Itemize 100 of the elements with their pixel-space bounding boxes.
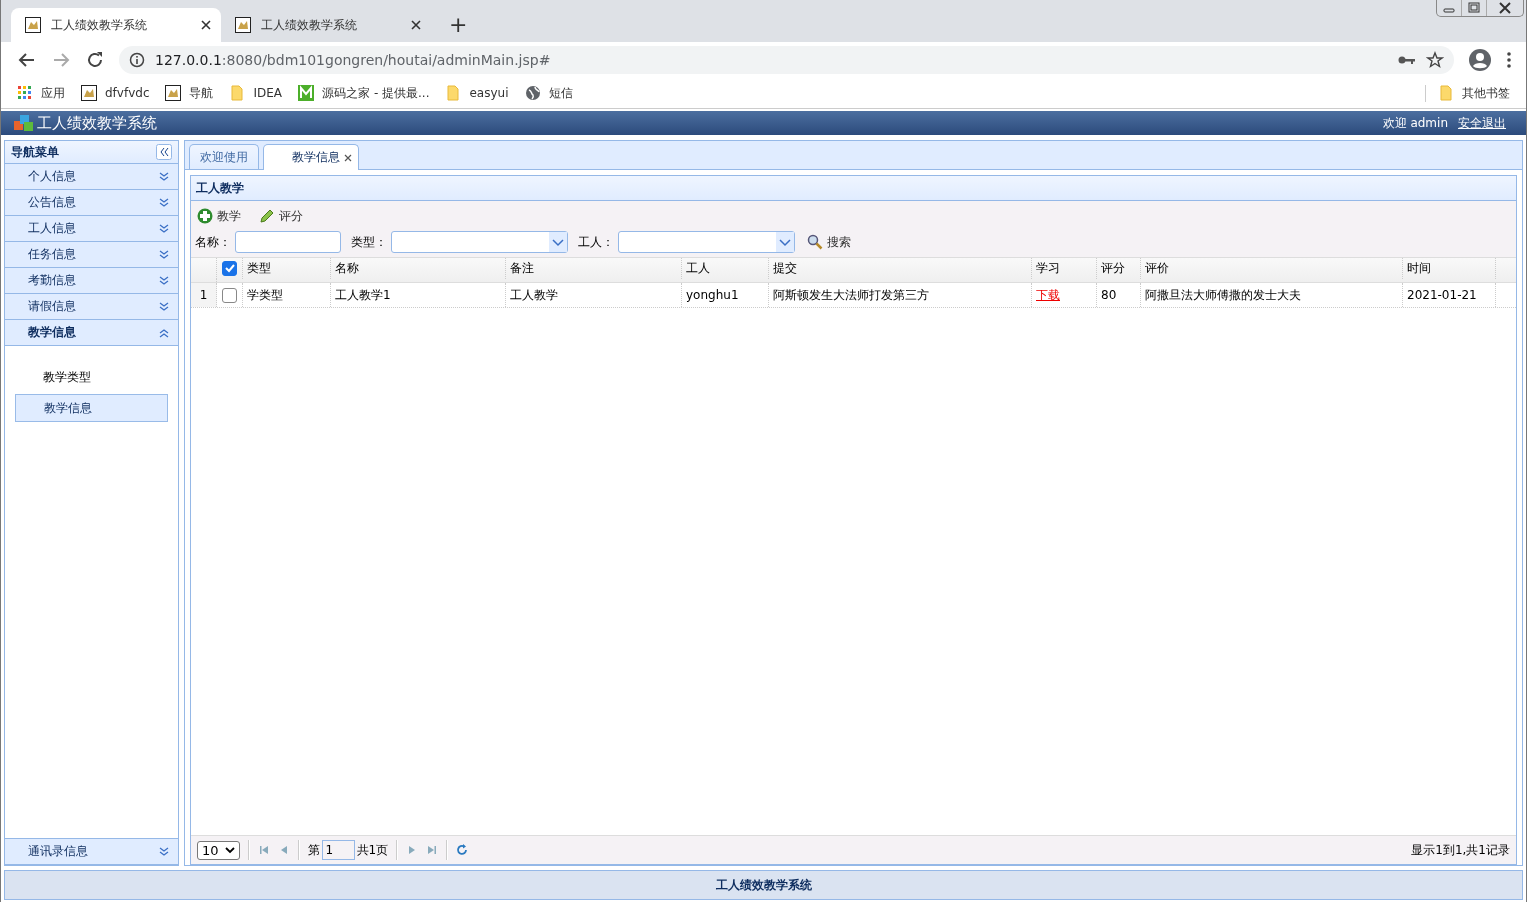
welcome-text: 欢迎 admin (1382, 114, 1448, 132)
row-number: 1 (191, 283, 217, 307)
column-header[interactable]: 名称 (331, 258, 506, 279)
table-cell: yonghu1 (682, 283, 769, 307)
record-summary: 显示1到1,共1记录 (1411, 841, 1510, 859)
star-icon[interactable] (1426, 51, 1444, 69)
accordion-header[interactable]: 工人信息 (5, 216, 178, 242)
expand-icon (158, 222, 170, 235)
dropdown-field[interactable] (618, 231, 795, 253)
footer-text: 工人绩效教学系统 (715, 876, 812, 894)
logout-link[interactable]: 安全退出 (1458, 114, 1506, 132)
column-header[interactable]: 时间 (1403, 258, 1496, 279)
accordion-header[interactable]: 通讯录信息 (5, 839, 178, 865)
table-cell: 2021-01-21 (1403, 283, 1496, 307)
m-logo-icon (298, 85, 315, 101)
expand-icon (158, 170, 170, 183)
info-icon (129, 52, 145, 68)
app-title: 工人绩效教学系统 (37, 113, 157, 133)
accordion-header[interactable]: 考勤信息 (5, 268, 178, 294)
bookmark[interactable]: 短信 (524, 84, 573, 102)
add-icon (197, 208, 213, 224)
accordion-header[interactable]: 教学信息 (5, 320, 178, 346)
accordion-header[interactable]: 公告信息 (5, 190, 178, 216)
menu-icon[interactable] (1506, 51, 1512, 69)
field-label: 类型： (351, 233, 387, 251)
bookmark[interactable]: 其他书签 (1425, 84, 1510, 102)
cubes-logo-icon (13, 113, 35, 133)
folder-icon (445, 85, 462, 101)
bookmark[interactable]: easyui (445, 85, 509, 101)
close-icon[interactable] (344, 153, 352, 162)
page-number-field[interactable]: 1 (321, 840, 355, 860)
page-label: 第 (307, 841, 320, 859)
panel-title: 工人教学 (196, 179, 244, 197)
checkbox[interactable] (222, 260, 237, 276)
page-count: 共1页 (356, 841, 389, 859)
collapse-icon[interactable] (156, 144, 172, 160)
expand-icon (158, 196, 170, 209)
bookmark[interactable]: IDEA (229, 85, 283, 101)
page-favicon-icon (81, 85, 97, 101)
check-icon (223, 262, 236, 275)
apps-icon (17, 85, 33, 101)
table-cell: 80 (1097, 283, 1141, 307)
pencil-icon (259, 208, 275, 224)
page-size-select[interactable]: 10 (197, 840, 240, 860)
column-header[interactable]: 备注 (506, 258, 682, 279)
browser-tab[interactable]: 工人绩效教学系统 (221, 8, 431, 42)
menu-item[interactable]: 教学类型 (15, 364, 168, 390)
key-icon[interactable] (1398, 54, 1416, 66)
content-tab[interactable]: 教学信息 (263, 144, 359, 170)
bookmark[interactable]: dfvfvdc (81, 85, 150, 101)
page-favicon-icon (235, 17, 251, 33)
accordion-header[interactable]: 任务信息 (5, 242, 178, 268)
search-icon (807, 234, 823, 250)
page-favicon-icon (165, 85, 182, 101)
column-header[interactable]: 提交 (769, 258, 1032, 279)
text-field[interactable] (235, 231, 341, 253)
table-cell: 工人教学1 (331, 283, 506, 307)
account-icon[interactable] (1468, 48, 1492, 72)
column-header[interactable]: 工人 (682, 258, 769, 279)
expand-icon (158, 248, 170, 261)
toolbar-button[interactable]: 评分 (257, 205, 309, 227)
table-cell: 阿斯顿发生大法师打发第三方 (769, 283, 1032, 307)
refresh-icon[interactable] (456, 844, 469, 856)
dropdown-field[interactable] (391, 231, 568, 253)
bookmark[interactable]: 导航 (165, 84, 214, 102)
bookmark[interactable]: 源码之家 - 提供最... (298, 84, 430, 102)
globe-icon (524, 85, 541, 101)
expand-icon (158, 845, 170, 858)
page-favicon-icon (25, 17, 41, 33)
search-button[interactable]: 搜索 (805, 231, 857, 253)
menu-item[interactable]: 教学信息 (15, 394, 168, 422)
column-header[interactable]: 评价 (1141, 258, 1403, 279)
accordion-header[interactable]: 个人信息 (5, 164, 178, 190)
url-text: 127.0.0.1:8080/bdm101gongren/houtai/adminMain.jsp# (155, 52, 551, 68)
table-cell: 工人教学 (506, 283, 682, 307)
expand-icon (158, 300, 170, 313)
close-icon[interactable] (411, 20, 421, 30)
browser-tab[interactable]: 工人绩效教学系统 (11, 8, 221, 42)
new-tab-button[interactable]: + (445, 12, 472, 38)
accordion-header[interactable]: 请假信息 (5, 294, 178, 320)
field-label: 名称： (195, 233, 231, 251)
sidebar-title: 导航菜单 (11, 143, 59, 161)
column-header[interactable]: 学习 (1032, 258, 1097, 279)
caret-icon (224, 846, 235, 854)
close-icon[interactable] (201, 20, 211, 30)
download-link[interactable]: 下载 (1036, 286, 1060, 304)
column-header[interactable]: 评分 (1097, 258, 1141, 279)
bookmark[interactable]: 应用 (17, 84, 65, 102)
table-cell: 阿撒旦法大师傅撒的发士大夫 (1141, 283, 1403, 307)
toolbar-button[interactable]: 教学 (195, 205, 247, 227)
folder-icon (1438, 85, 1454, 101)
expand-icon (158, 274, 170, 287)
folder-icon (229, 85, 246, 101)
table-cell: 学类型 (243, 283, 331, 307)
column-header[interactable]: 类型 (243, 258, 331, 279)
address-bar[interactable]: 127.0.0.1:8080/bdm101gongren/houtai/adminMain.jsp# (119, 46, 1454, 74)
reload-icon[interactable] (85, 50, 105, 70)
field-label: 工人： (578, 233, 614, 251)
content-tab[interactable]: 欢迎使用 (189, 144, 259, 169)
checkbox[interactable] (222, 287, 237, 303)
